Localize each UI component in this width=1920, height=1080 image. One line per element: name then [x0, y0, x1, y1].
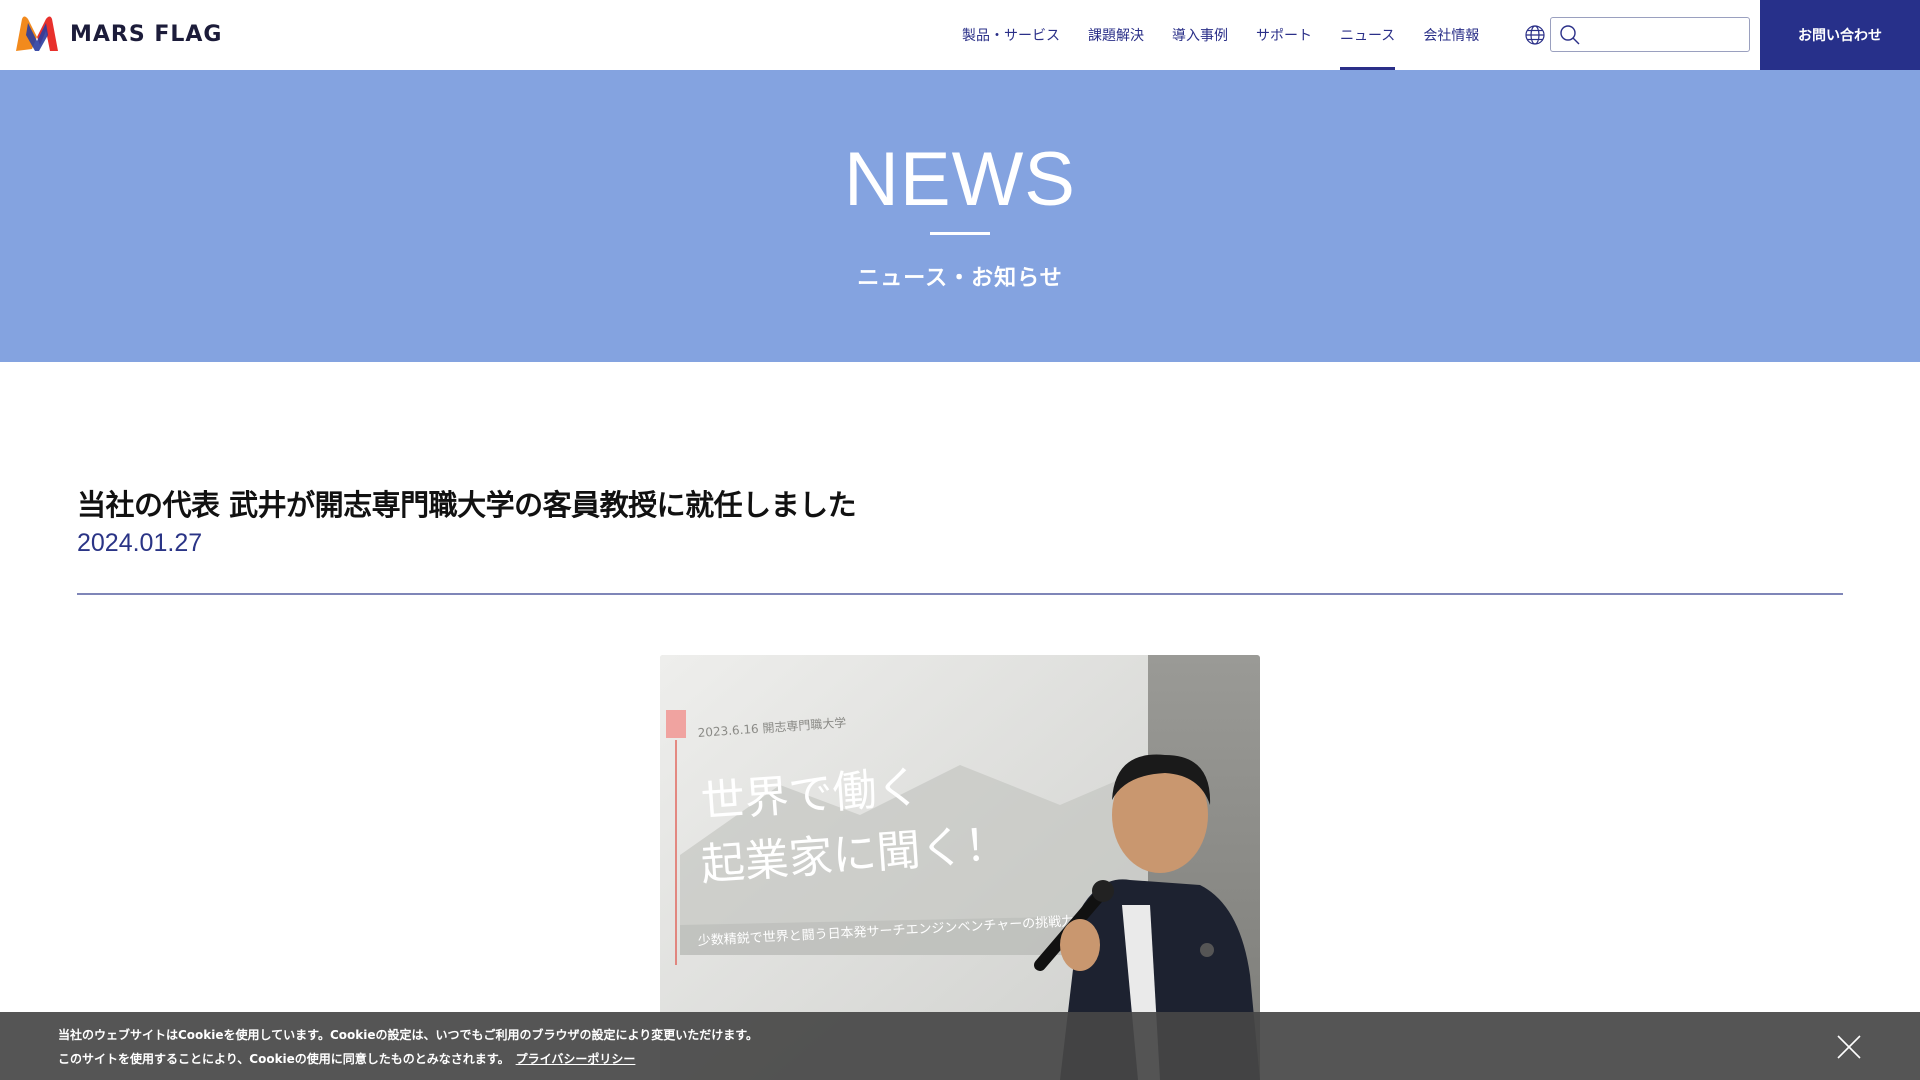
search-input[interactable] — [1587, 22, 1745, 47]
nav-item-case-studies[interactable]: 導入事例 — [1172, 0, 1228, 70]
mars-flag-logo-icon — [16, 16, 58, 51]
privacy-policy-link[interactable]: プライバシーポリシー — [516, 1052, 636, 1066]
article-divider — [77, 593, 1843, 595]
nav-item-news[interactable]: ニュース — [1340, 0, 1396, 70]
cookie-banner: 当社のウェブサイトはCookieを使用しています。Cookieの設定は、いつでも… — [0, 1012, 1920, 1080]
brand-logo[interactable]: MARS FLAG — [14, 15, 223, 53]
hero-divider — [930, 232, 990, 235]
cookie-text-1: 当社のウェブサイトはCookieを使用しています。Cookieの設定は、いつでも… — [58, 1028, 759, 1042]
hero-title: NEWS — [844, 137, 1076, 222]
cookie-text-2: このサイトを使用することにより、Cookieの使用に同意したものとみなされます。 — [58, 1052, 510, 1066]
search-icon[interactable] — [1559, 24, 1581, 46]
cookie-text-2-wrap: このサイトを使用することにより、Cookieの使用に同意したものとみなされます。… — [58, 1050, 635, 1067]
nav-item-support[interactable]: サポート — [1256, 0, 1312, 70]
article-date: 2024.01.27 — [77, 529, 203, 557]
nav-item-products[interactable]: 製品・サービス — [962, 0, 1060, 70]
hero-subtitle: ニュース・お知らせ — [857, 266, 1063, 291]
nav-item-solutions[interactable]: 課題解決 — [1088, 0, 1144, 70]
brand-name: MARS FLAG — [70, 21, 223, 47]
globe-icon[interactable] — [1524, 24, 1546, 46]
contact-button[interactable]: お問い合わせ — [1760, 0, 1920, 70]
page-hero: NEWS ニュース・お知らせ — [0, 70, 1920, 362]
nav-item-company[interactable]: 会社情報 — [1423, 0, 1479, 70]
site-header: MARS FLAG 製品・サービス 課題解決 導入事例 サポート ニュース 会社… — [0, 0, 1920, 70]
article-title: 当社の代表 武井が開志専門職大学の客員教授に就任しました — [77, 488, 857, 522]
search-box[interactable] — [1550, 17, 1750, 52]
close-icon[interactable] — [1836, 1034, 1862, 1060]
main-nav: 製品・サービス 課題解決 導入事例 サポート ニュース 会社情報 — [962, 0, 1507, 70]
